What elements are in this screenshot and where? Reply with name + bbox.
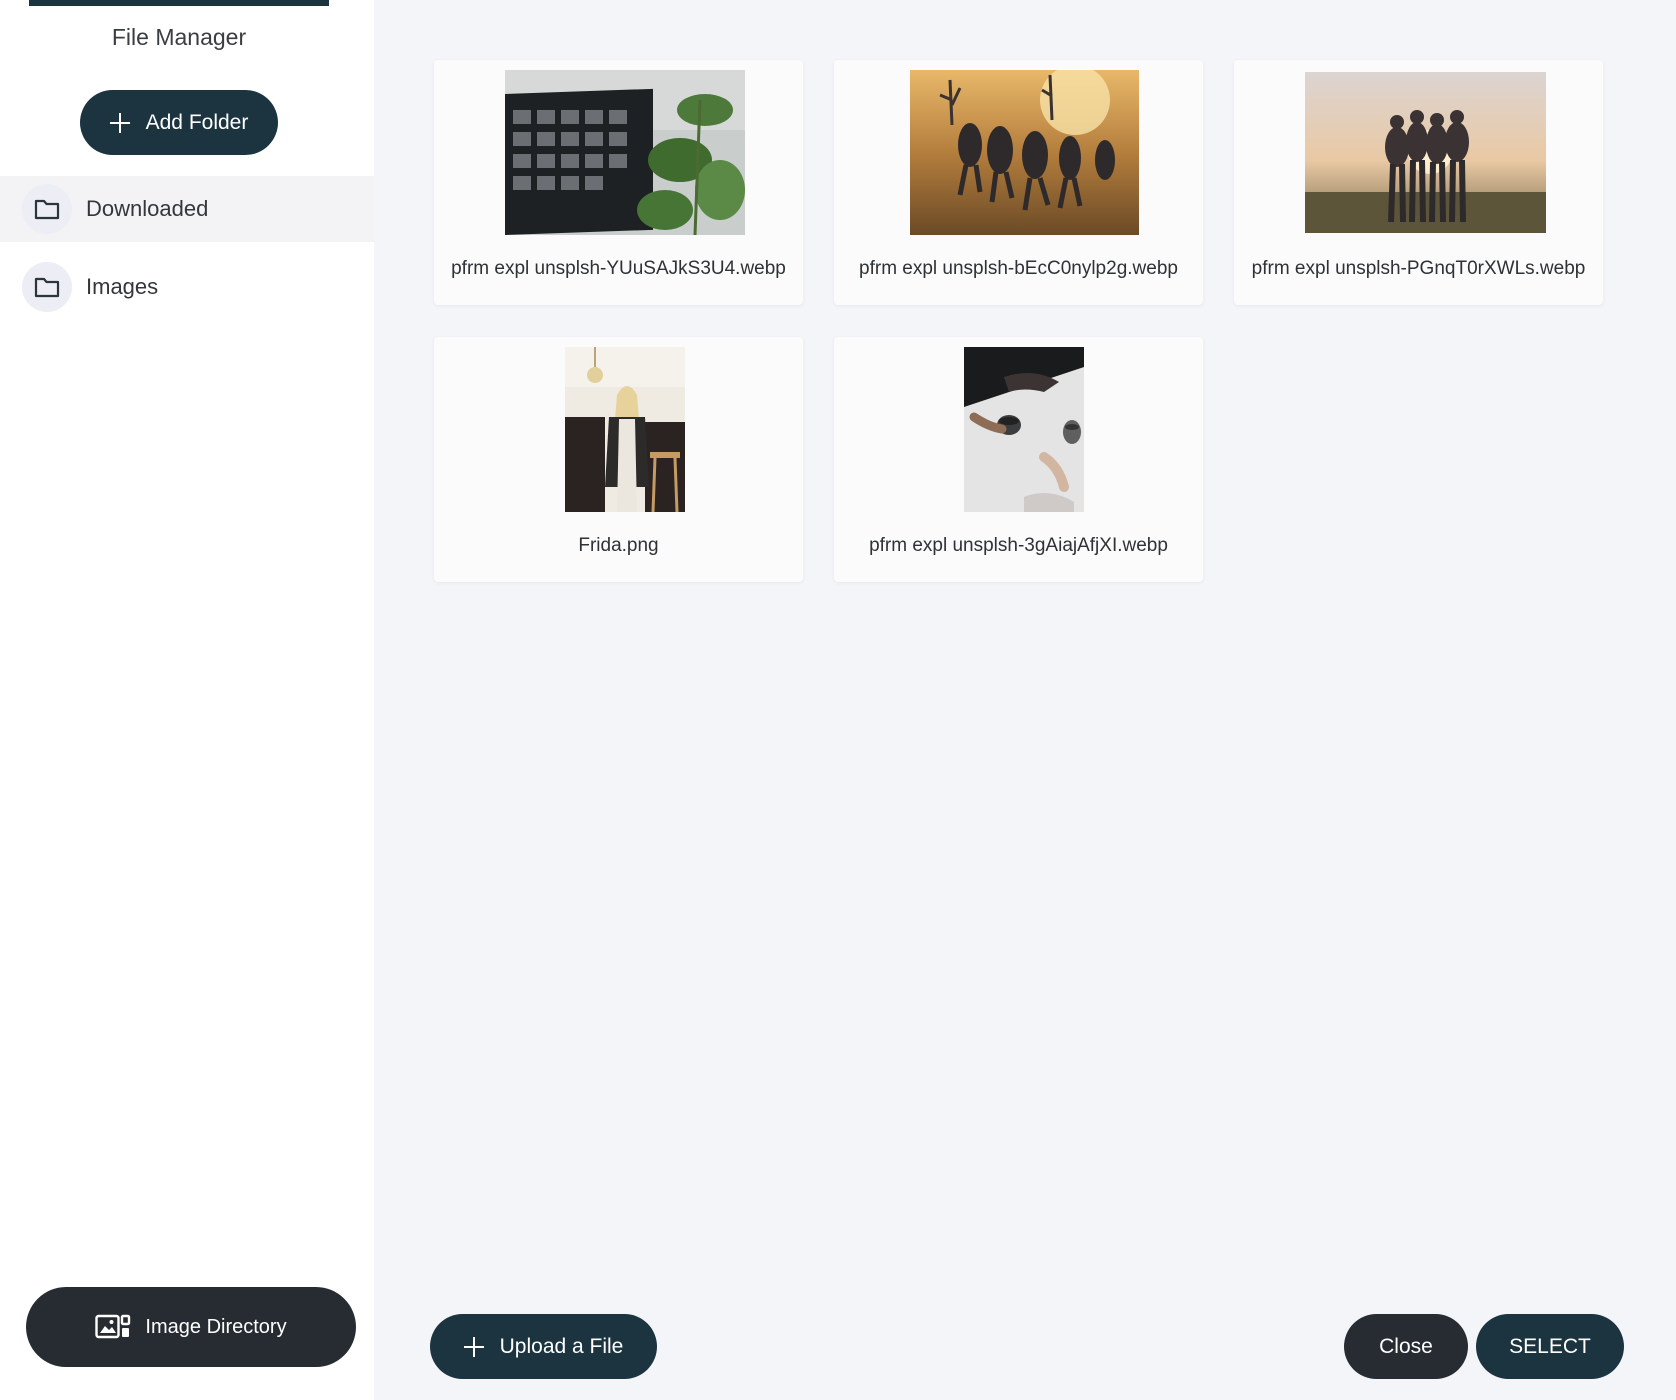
- file-card[interactable]: pfrm expl unsplsh-bEcC0nylp2g.webp: [834, 60, 1203, 305]
- sidebar-title: File Manager: [111, 24, 247, 50]
- file-name: Frida.png: [578, 535, 659, 556]
- file-thumbnail-laptop-plant: [505, 70, 745, 235]
- add-folder-button[interactable]: Add Folder: [80, 90, 278, 155]
- plus-icon: [109, 112, 130, 133]
- file-card[interactable]: Frida.png: [434, 337, 803, 582]
- folder-item-images[interactable]: Images: [0, 254, 374, 320]
- file-name: pfrm expl unsplsh-3gAiajAfjXI.webp: [869, 535, 1168, 556]
- select-button[interactable]: SELECT: [1476, 1314, 1624, 1379]
- upload-file-button[interactable]: Upload a File: [430, 1314, 657, 1379]
- upload-file-label: Upload a File: [499, 1334, 624, 1358]
- add-folder-label: Add Folder: [145, 110, 249, 134]
- file-thumbnail-desert-runners: [910, 70, 1139, 235]
- close-label: Close: [1379, 1334, 1433, 1358]
- file-thumbnail-friends-sunset: [1305, 72, 1546, 233]
- file-card[interactable]: pfrm expl unsplsh-YUuSAJkS3U4.webp: [434, 60, 803, 305]
- file-name: pfrm expl unsplsh-YUuSAJkS3U4.webp: [451, 258, 786, 279]
- folder-icon: [22, 262, 72, 312]
- image-directory-button[interactable]: Image Directory: [26, 1287, 356, 1367]
- sidebar: File Manager Add Folder Downloaded Image…: [0, 0, 374, 1400]
- plus-icon: [463, 1336, 484, 1357]
- folder-item-downloaded[interactable]: Downloaded: [0, 176, 374, 242]
- file-name: pfrm expl unsplsh-bEcC0nylp2g.webp: [859, 258, 1178, 279]
- folder-label: Images: [86, 274, 159, 299]
- image-directory-label: Image Directory: [145, 1315, 287, 1338]
- file-name: pfrm expl unsplsh-PGnqT0rXWLs.webp: [1251, 258, 1586, 279]
- file-card[interactable]: pfrm expl unsplsh-PGnqT0rXWLs.webp: [1234, 60, 1603, 305]
- file-card[interactable]: pfrm expl unsplsh-3gAiajAfjXI.webp: [834, 337, 1203, 582]
- folder-icon: [22, 184, 72, 234]
- file-thumbnail-woman-kitchen: [565, 347, 685, 512]
- file-thumbnail-coffee-table: [964, 347, 1084, 512]
- close-button[interactable]: Close: [1344, 1314, 1468, 1379]
- active-tab-indicator: [29, 0, 329, 6]
- image-directory-icon: [95, 1314, 131, 1340]
- select-label: SELECT: [1509, 1334, 1591, 1358]
- folder-label: Downloaded: [86, 196, 209, 221]
